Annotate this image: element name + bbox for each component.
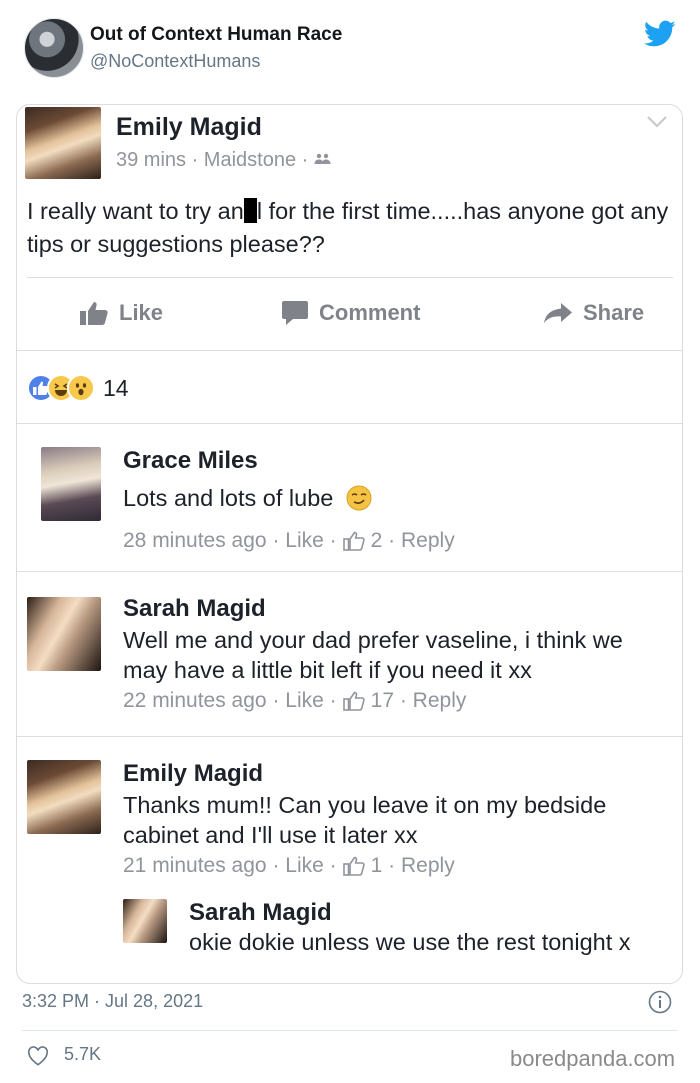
author-avatar[interactable] xyxy=(24,18,84,78)
comment-text-body: Lots and lots of lube xyxy=(123,485,334,511)
comment: Sarah Magid Well me and your dad prefer … xyxy=(17,571,682,736)
facebook-post-screenshot: Emily Magid 39 mins · Maidstone · I real… xyxy=(16,104,683,984)
commenter-name: Sarah Magid xyxy=(123,595,266,622)
share-button: Share xyxy=(543,300,644,326)
info-icon[interactable] xyxy=(648,990,672,1014)
commenter-avatar xyxy=(41,447,101,521)
commenter-name: Sarah Magid xyxy=(189,899,332,926)
chevron-down-icon xyxy=(647,116,667,128)
commenter-name: Emily Magid xyxy=(123,760,264,787)
comment: Emily Magid Thanks mum!! Can you leave i… xyxy=(17,736,682,896)
wow-reaction-icon xyxy=(67,374,95,402)
comment-text: Well me and your dad prefer vaseline, i … xyxy=(123,627,623,683)
comment-like-count: 1 xyxy=(370,854,383,877)
comment-reply-link: Reply xyxy=(401,529,455,552)
tweet-timestamp[interactable]: 3:32 PM · Jul 28, 2021 xyxy=(22,991,203,1012)
post-meta: 39 mins · Maidstone · xyxy=(116,149,332,172)
author-name[interactable]: Out of Context Human Race xyxy=(90,24,342,46)
comment-time: 22 minutes ago xyxy=(123,689,267,712)
comment-button: Comment xyxy=(281,300,420,326)
comment-label: Comment xyxy=(319,300,421,325)
author-handle[interactable]: @NoContextHumans xyxy=(90,51,260,72)
smirk-emoji-icon xyxy=(346,485,372,511)
commenter-name: Grace Miles xyxy=(123,447,258,474)
commenter-avatar xyxy=(27,597,101,671)
share-arrow-icon xyxy=(544,303,572,323)
divider xyxy=(17,350,682,351)
comment-time: 28 minutes ago xyxy=(123,529,267,552)
heart-icon[interactable] xyxy=(27,1046,49,1066)
comment-like-count: 17 xyxy=(370,689,394,712)
comment-meta: 28 minutes ago · Like · 2 · Reply xyxy=(123,529,455,552)
comment: Grace Miles Lots and lots of lube 28 min… xyxy=(17,423,682,571)
comment-time: 21 minutes ago xyxy=(123,854,267,877)
comment-meta: 22 minutes ago · Like · 17 · Reply xyxy=(123,689,467,712)
like-count[interactable]: 5.7K xyxy=(64,1044,101,1065)
friends-audience-icon xyxy=(314,153,331,164)
commenter-avatar xyxy=(123,899,167,943)
post-text: I really want to try an l for the first t… xyxy=(27,195,677,261)
reaction-count: 14 xyxy=(103,374,129,401)
comment-reply-link: Reply xyxy=(412,689,467,712)
thumbs-up-outline-icon xyxy=(342,856,365,876)
commenter-avatar xyxy=(27,760,101,834)
thumbs-up-outline-icon xyxy=(342,691,365,711)
comment-text: okie dokie unless we use the rest tonigh… xyxy=(189,929,631,955)
like-button: Like xyxy=(79,300,163,326)
comment-like-count: 2 xyxy=(370,529,383,552)
post-author-avatar xyxy=(25,107,101,179)
post-author-name: Emily Magid xyxy=(116,113,262,141)
post-action-bar: Like Comment Share xyxy=(27,277,673,349)
comment-like-link: Like xyxy=(285,529,324,552)
comment-like-link: Like xyxy=(285,689,324,712)
footer-divider xyxy=(22,1030,678,1031)
comment-meta: 21 minutes ago · Like · 1 · Reply xyxy=(123,854,455,877)
redaction-block xyxy=(243,198,257,223)
share-label: Share xyxy=(583,300,645,325)
tweet-header: Out of Context Human Race @NoContextHuma… xyxy=(24,16,684,80)
post-text-part-1: I really want to try an xyxy=(27,198,244,224)
like-label: Like xyxy=(119,300,164,325)
reply-comment: Sarah Magid okie dokie unless we use the… xyxy=(17,891,682,983)
thumbs-up-icon xyxy=(80,302,108,325)
comment-reply-link: Reply xyxy=(401,854,455,877)
reactions-summary: 14 xyxy=(27,371,129,405)
twitter-bird-icon[interactable] xyxy=(644,20,676,48)
post-meta-text: 39 mins · Maidstone · xyxy=(116,149,314,171)
comment-like-link: Like xyxy=(285,854,324,877)
comment-text: Thanks mum!! Can you leave it on my beds… xyxy=(123,792,607,848)
watermark: boredpanda.com xyxy=(510,1046,676,1071)
comment-text: Lots and lots of lube xyxy=(123,483,663,513)
comment-icon xyxy=(282,301,308,325)
thumbs-up-outline-icon xyxy=(342,531,365,551)
